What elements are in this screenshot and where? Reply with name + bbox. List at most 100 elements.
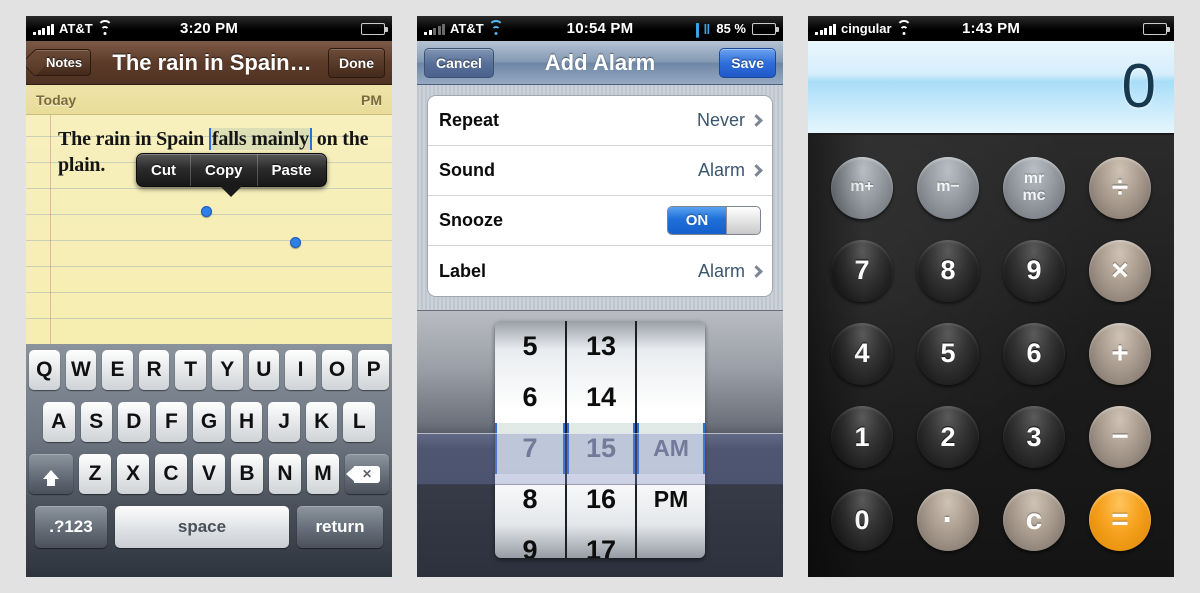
selection-handle-end[interactable] (290, 237, 301, 248)
key-c[interactable]: C (155, 454, 187, 494)
cut-menu-item[interactable]: Cut (137, 154, 190, 186)
return-key[interactable]: return (297, 506, 383, 548)
hour-cell[interactable]: 9 (495, 525, 565, 558)
divide-button[interactable]: ÷ (1089, 156, 1151, 219)
note-paper[interactable]: Today PM The rain in Spain falls mainly … (26, 85, 392, 344)
key-l[interactable]: L (343, 402, 376, 442)
multiply-button[interactable]: × (1089, 239, 1151, 302)
space-key[interactable]: space (115, 506, 289, 548)
hour-cell[interactable]: 8 (495, 474, 565, 525)
key-d[interactable]: D (118, 402, 150, 442)
clear-button[interactable]: c (1003, 489, 1065, 552)
snooze-toggle[interactable]: ON (667, 206, 761, 235)
key-h[interactable]: H (230, 402, 263, 442)
digit-1-button[interactable]: 1 (831, 406, 893, 469)
key-g[interactable]: G (193, 402, 225, 442)
key-b[interactable]: B (231, 454, 263, 494)
period-cell[interactable]: PM (637, 474, 705, 525)
table-row-sound[interactable]: Sound Alarm (428, 146, 772, 196)
memory-recall-clear-button[interactable]: mr mc (1003, 156, 1065, 219)
key-e[interactable]: E (102, 350, 133, 390)
add-button[interactable]: + (1089, 322, 1151, 385)
key-z[interactable]: Z (79, 454, 111, 494)
toggle-knob[interactable] (726, 207, 760, 234)
minute-cell[interactable]: 13 (567, 321, 635, 372)
digit-9-button[interactable]: 9 (1003, 239, 1065, 302)
row-accessory: ON (667, 206, 761, 235)
shift-key[interactable] (29, 454, 73, 494)
minute-cell-selected[interactable]: 15 (567, 423, 635, 474)
chevron-right-icon (750, 164, 763, 177)
row-label: Label (439, 260, 487, 281)
memory-add-button[interactable]: m+ (831, 156, 893, 219)
memory-subtract-button[interactable]: m− (917, 156, 979, 219)
key-y[interactable]: Y (212, 350, 243, 390)
onscreen-keyboard[interactable]: Q W E R T Y U I O P A S D F G H J K L Z … (26, 344, 392, 577)
row-label: Repeat (439, 110, 500, 130)
time-picker[interactable]: 5 6 7 8 9 13 14 15 16 17 AM PM (417, 310, 783, 577)
alarm-navigation-bar: Cancel Add Alarm Save (417, 41, 783, 85)
notes-status-bar: AT&T 3:20 PM (26, 16, 392, 41)
hour-cell-selected[interactable]: 7 (495, 423, 565, 474)
key-o[interactable]: O (321, 350, 353, 390)
equals-button[interactable]: = (1089, 489, 1151, 552)
hour-cell[interactable]: 5 (495, 321, 565, 372)
numbers-key[interactable]: .?123 (35, 506, 107, 548)
alarm-status-bar: AT&T 10:54 PM ❙‖ 85 % (417, 16, 783, 41)
carrier-label: cingular (841, 21, 892, 36)
key-v[interactable]: V (193, 454, 225, 494)
digit-0-button[interactable]: 0 (831, 489, 893, 552)
done-button[interactable]: Done (328, 47, 385, 78)
digit-3-button[interactable]: 3 (1003, 406, 1065, 469)
save-button[interactable]: Save (719, 47, 776, 78)
digit-8-button[interactable]: 8 (917, 239, 979, 302)
digit-4-button[interactable]: 4 (831, 322, 893, 385)
paste-menu-item[interactable]: Paste (256, 154, 326, 186)
period-wheel[interactable]: AM PM (635, 321, 705, 558)
subtract-button[interactable]: − (1089, 406, 1151, 469)
minute-wheel[interactable]: 13 14 15 16 17 (565, 321, 635, 558)
selection-handle-start[interactable] (201, 206, 212, 217)
status-left-group: AT&T (33, 19, 113, 36)
key-x[interactable]: X (117, 454, 149, 494)
minute-cell[interactable]: 14 (567, 372, 635, 423)
period-cell-selected[interactable]: AM (637, 423, 705, 474)
digit-5-button[interactable]: 5 (917, 322, 979, 385)
selected-text[interactable]: falls mainly (208, 128, 312, 150)
note-title: The rain in Spain… (112, 49, 312, 75)
table-row-label[interactable]: Label Alarm (428, 246, 772, 296)
key-q[interactable]: Q (29, 350, 60, 390)
key-s[interactable]: S (80, 402, 113, 442)
cancel-button[interactable]: Cancel (424, 47, 494, 78)
minute-cell[interactable]: 16 (567, 474, 635, 525)
hour-cell[interactable]: 6 (495, 372, 565, 423)
note-text-line2: plain. (58, 154, 106, 176)
key-w[interactable]: W (65, 350, 97, 390)
key-j[interactable]: J (268, 402, 300, 442)
wifi-icon (896, 19, 912, 35)
digit-6-button[interactable]: 6 (1003, 322, 1065, 385)
key-a[interactable]: A (42, 402, 75, 442)
key-r[interactable]: R (138, 350, 170, 390)
decimal-point-button[interactable]: · (917, 489, 979, 552)
backspace-key[interactable]: ✕ (345, 454, 389, 494)
table-row-repeat[interactable]: Repeat Never (428, 96, 772, 146)
digit-2-button[interactable]: 2 (917, 406, 979, 469)
back-to-notes-button[interactable]: Notes (33, 49, 92, 76)
minute-cell[interactable]: 17 (567, 525, 635, 558)
key-p[interactable]: P (358, 350, 389, 390)
copy-menu-item[interactable]: Copy (190, 154, 257, 186)
key-u[interactable]: U (248, 350, 280, 390)
hour-wheel[interactable]: 5 6 7 8 9 (495, 321, 565, 558)
period-cell[interactable] (637, 321, 705, 372)
key-m[interactable]: M (307, 454, 339, 494)
key-n[interactable]: N (269, 454, 301, 494)
key-f[interactable]: F (155, 402, 188, 442)
key-i[interactable]: I (285, 350, 316, 390)
key-t[interactable]: T (175, 350, 206, 390)
period-cell[interactable] (637, 525, 705, 558)
digit-7-button[interactable]: 7 (831, 239, 893, 302)
key-k[interactable]: K (305, 402, 338, 442)
backspace-icon: ✕ (346, 465, 380, 483)
period-cell[interactable] (637, 372, 705, 423)
